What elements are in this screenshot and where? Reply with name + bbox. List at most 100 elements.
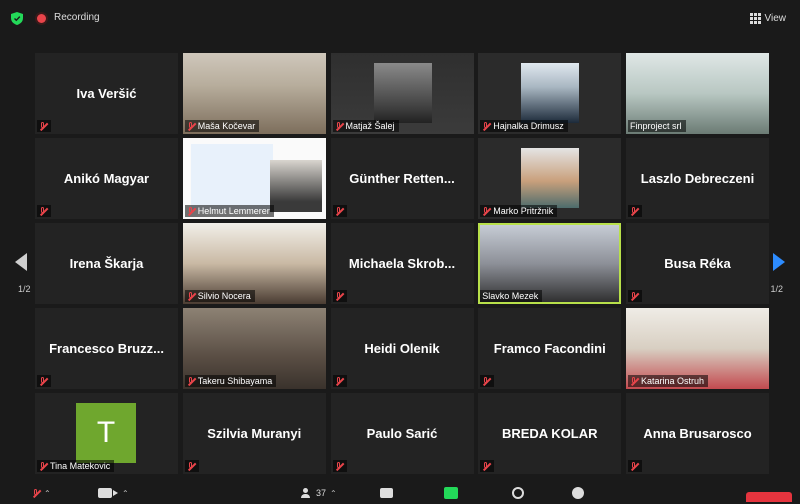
participant-tile[interactable]: Günther Retten...: [330, 138, 474, 219]
participant-tile-active-speaker[interactable]: Slavko Mezek: [478, 223, 622, 304]
participant-footer: Helmut Lemmerer: [184, 205, 274, 217]
grid-view-icon: [749, 12, 761, 24]
chat-icon: [380, 488, 393, 498]
participant-tile[interactable]: Michaela Skrob...: [330, 223, 474, 304]
chevron-up-icon[interactable]: ⌃: [44, 489, 51, 498]
participant-tile[interactable]: Takeru Shibayama: [182, 308, 326, 389]
participant-footer: [37, 205, 51, 217]
participant-footer: [332, 205, 347, 217]
next-page-arrow-icon[interactable]: [773, 253, 785, 271]
record-icon: [512, 487, 524, 499]
mic-muted-icon: [482, 461, 490, 471]
chevron-up-icon[interactable]: ⌃: [330, 489, 337, 498]
mic-muted-icon: [482, 121, 490, 131]
participant-tile[interactable]: Marko Pritržnik: [478, 138, 622, 219]
participant-footer: [332, 460, 347, 472]
mic-muted-icon: [630, 206, 638, 216]
mic-muted-icon: [482, 206, 490, 216]
participant-tile[interactable]: Paulo Sarić: [330, 393, 474, 474]
participant-tile[interactable]: Busa Réka: [626, 223, 769, 304]
previous-page-arrow-icon[interactable]: [15, 253, 27, 271]
participant-tile[interactable]: Anna Brusarosco: [626, 393, 769, 474]
participant-display-name: Iva Veršić: [76, 86, 137, 101]
participant-tile[interactable]: Matjaž Šalej: [330, 53, 474, 134]
share-screen-icon: [444, 487, 458, 499]
participant-tile[interactable]: T Tina Matekovic: [35, 393, 178, 474]
mic-muted-icon: [630, 291, 638, 301]
page-indicator-right: 1/2: [770, 284, 783, 294]
mic-muted-icon: [187, 376, 195, 386]
record-button[interactable]: [512, 486, 524, 500]
participant-footer: Hajnalka Drimusz: [480, 120, 568, 132]
participant-tile[interactable]: Szilvia Muranyi: [182, 393, 326, 474]
participant-tile[interactable]: Katarina Ostruh: [626, 308, 769, 389]
participant-display-name: BREDA KOLAR: [501, 426, 598, 441]
participant-display-name: Günther Retten...: [349, 171, 455, 186]
participant-tile[interactable]: Maša Kočevar: [182, 53, 326, 134]
view-button[interactable]: View: [744, 10, 793, 26]
mic-muted-icon: [39, 376, 47, 386]
participant-name-label: Silvio Nocera: [197, 291, 251, 301]
reactions-button[interactable]: [572, 486, 584, 500]
participant-tile[interactable]: Anikó Magyar: [35, 138, 178, 219]
mic-muted-icon: [187, 121, 195, 131]
mic-muted-icon: [39, 206, 47, 216]
mic-muted-icon: [482, 376, 490, 386]
participants-count: 37: [316, 488, 327, 498]
participant-video: [521, 148, 580, 208]
participant-name-label: Slavko Mezek: [482, 291, 539, 301]
participant-name-label: Matjaž Šalej: [345, 121, 395, 131]
participant-tile[interactable]: Francesco Bruzz...: [35, 308, 178, 389]
camera-icon: [98, 488, 118, 498]
reactions-icon: [572, 487, 584, 499]
participant-tile[interactable]: Heidi Olenik: [330, 308, 474, 389]
participant-display-name: Busa Réka: [664, 256, 731, 271]
participant-name-label: Katarina Ostruh: [641, 376, 705, 386]
participant-footer: Katarina Ostruh: [628, 375, 709, 387]
shared-slide: [190, 144, 273, 210]
participants-button[interactable]: 37 ⌃: [300, 486, 337, 500]
share-screen-button[interactable]: [444, 486, 458, 500]
participant-video: [373, 63, 432, 123]
mic-muted-icon: [630, 376, 638, 386]
participant-tile[interactable]: Hajnalka Drimusz: [478, 53, 622, 134]
participant-display-name: Irena Škarja: [69, 256, 144, 271]
video-button[interactable]: ⌃: [98, 486, 129, 500]
participant-footer: [184, 460, 199, 472]
chat-button[interactable]: [380, 486, 393, 500]
participant-tile[interactable]: Silvio Nocera: [182, 223, 326, 304]
participant-footer: [628, 460, 642, 472]
mute-button[interactable]: ⌃: [32, 486, 51, 500]
view-label: View: [764, 12, 787, 24]
participant-display-name: Anikó Magyar: [63, 171, 150, 186]
participant-footer: [332, 290, 347, 302]
participant-tile[interactable]: Framco Facondini: [478, 308, 622, 389]
participant-footer: [628, 205, 642, 217]
encryption-shield-icon[interactable]: [11, 12, 23, 25]
participant-footer: [37, 375, 51, 387]
end-meeting-button[interactable]: [746, 490, 792, 504]
participant-tile[interactable]: Iva Veršić: [35, 53, 178, 134]
participant-display-name: Francesco Bruzz...: [49, 341, 164, 356]
participant-footer: Maša Kočevar: [184, 120, 260, 132]
recording-indicator-icon[interactable]: [37, 14, 46, 23]
participant-tile[interactable]: Irena Škarja: [35, 223, 178, 304]
participant-tile[interactable]: Laszlo Debreczeni: [626, 138, 769, 219]
participant-footer: Takeru Shibayama: [184, 375, 277, 387]
participant-footer: Matjaž Šalej: [332, 120, 399, 132]
participant-tile[interactable]: Helmut Lemmerer: [182, 138, 326, 219]
participant-tile[interactable]: BREDA KOLAR: [478, 393, 622, 474]
participant-video: [269, 160, 322, 212]
page-indicator-left: 1/2: [18, 284, 31, 294]
participant-display-name: Heidi Olenik: [364, 341, 440, 356]
participant-name-label: Takeru Shibayama: [197, 376, 273, 386]
participant-tile[interactable]: Finproject srl: [626, 53, 769, 134]
mic-muted-icon: [39, 461, 47, 471]
participant-name-label: Maša Kočevar: [197, 121, 256, 131]
mic-muted-icon: [32, 488, 40, 498]
mic-muted-icon: [335, 206, 343, 216]
participant-name-label: Helmut Lemmerer: [197, 206, 270, 216]
chevron-up-icon[interactable]: ⌃: [122, 489, 129, 498]
participant-name-label: Finproject srl: [630, 121, 682, 131]
participant-footer: Silvio Nocera: [184, 290, 255, 302]
